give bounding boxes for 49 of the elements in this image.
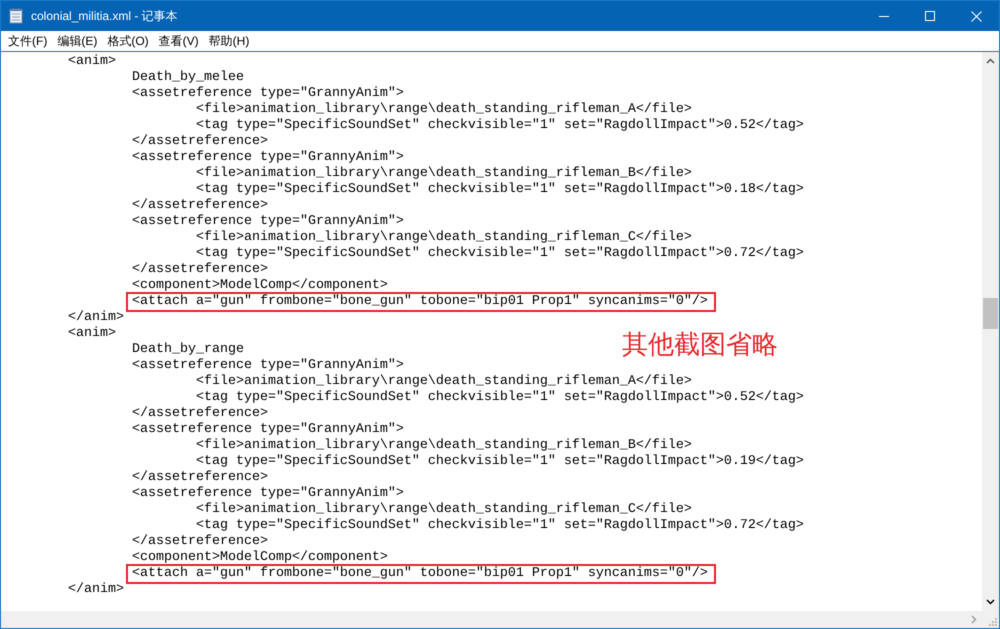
code-line: <assetreference type="GrannyAnim"> bbox=[130, 358, 404, 374]
code-line: </assetreference> bbox=[130, 534, 268, 550]
annotation-text: 其他截图省略 bbox=[622, 330, 778, 360]
code-line: <assetreference type="GrannyAnim"> bbox=[130, 422, 404, 438]
code-line: <file>animation_library\range\death_standing_rifleman_A</file> bbox=[194, 102, 692, 118]
code-line: Death_by_melee bbox=[130, 70, 244, 86]
notepad-icon bbox=[9, 8, 23, 24]
vertical-scrollbar[interactable] bbox=[982, 52, 999, 611]
menu-item[interactable]: 帮助(H) bbox=[204, 32, 254, 50]
code-line: <tag type="SpecificSoundSet" checkvisible="1" set="RagdollImpact">0.52</tag> bbox=[194, 118, 804, 134]
code-line: <file>animation_library\range\death_standing_rifleman_B</file> bbox=[194, 166, 692, 182]
code-line: Death_by_range bbox=[130, 342, 244, 358]
code-line: <tag type="SpecificSoundSet" checkvisible="1" set="RagdollImpact">0.19</tag> bbox=[194, 454, 804, 470]
code-line: <assetreference type="GrannyAnim"> bbox=[130, 214, 404, 230]
code-line: <tag type="SpecificSoundSet" checkvisible="1" set="RagdollImpact">0.72</tag> bbox=[194, 246, 804, 262]
scroll-down-icon[interactable] bbox=[986, 599, 995, 605]
code-line: </assetreference> bbox=[130, 198, 268, 214]
code-line: <file>animation_library\range\death_standing_rifleman_A</file> bbox=[194, 374, 692, 390]
code-line: </anim> bbox=[67, 582, 124, 598]
code-line: </assetreference> bbox=[130, 470, 268, 486]
menu-item[interactable]: 文件(F) bbox=[3, 32, 52, 50]
code-line: </assetreference> bbox=[130, 406, 268, 422]
horizontal-scrollbar[interactable] bbox=[1, 611, 982, 628]
maximize-icon bbox=[925, 11, 935, 21]
resize-grip-icon[interactable] bbox=[988, 617, 997, 626]
close-icon bbox=[970, 10, 982, 22]
scrollbar-thumb[interactable] bbox=[983, 298, 998, 329]
code-line: </anim> bbox=[67, 310, 124, 326]
menu-item[interactable]: 格式(O) bbox=[102, 32, 154, 50]
menu-item[interactable]: 查看(V) bbox=[154, 32, 204, 50]
code-line: <anim> bbox=[67, 326, 116, 342]
code-line: <assetreference type="GrannyAnim"> bbox=[130, 486, 404, 502]
code-line: <assetreference type="GrannyAnim"> bbox=[130, 150, 404, 166]
code-line: </assetreference> bbox=[130, 262, 268, 278]
code-line: <tag type="SpecificSoundSet" checkvisible="1" set="RagdollImpact">0.18</tag> bbox=[194, 182, 804, 198]
code-line: <assetreference type="GrannyAnim"> bbox=[130, 86, 404, 102]
code-line: </assetreference> bbox=[130, 134, 268, 150]
code-line: <anim> bbox=[67, 54, 116, 70]
code-line: <file>animation_library\range\death_standing_rifleman_C</file> bbox=[194, 230, 692, 246]
scroll-up-icon[interactable] bbox=[986, 58, 995, 64]
code-line: <tag type="SpecificSoundSet" checkvisible="1" set="RagdollImpact">0.52</tag> bbox=[194, 390, 804, 406]
scroll-right-icon[interactable] bbox=[971, 615, 977, 624]
code-line: <component>ModelComp</component> bbox=[130, 278, 388, 294]
window-title: colonial_militia.xml - 记事本 bbox=[31, 8, 178, 25]
code-line: <tag type="SpecificSoundSet" checkvisible="1" set="RagdollImpact">0.72</tag> bbox=[194, 518, 804, 534]
code-line: <file>animation_library\range\death_standing_rifleman_C</file> bbox=[194, 502, 692, 518]
code-line: <component>ModelComp</component> bbox=[130, 550, 388, 566]
code-line: <file>animation_library\range\death_standing_rifleman_B</file> bbox=[194, 438, 692, 454]
menu-item[interactable]: 编辑(E) bbox=[52, 32, 102, 50]
